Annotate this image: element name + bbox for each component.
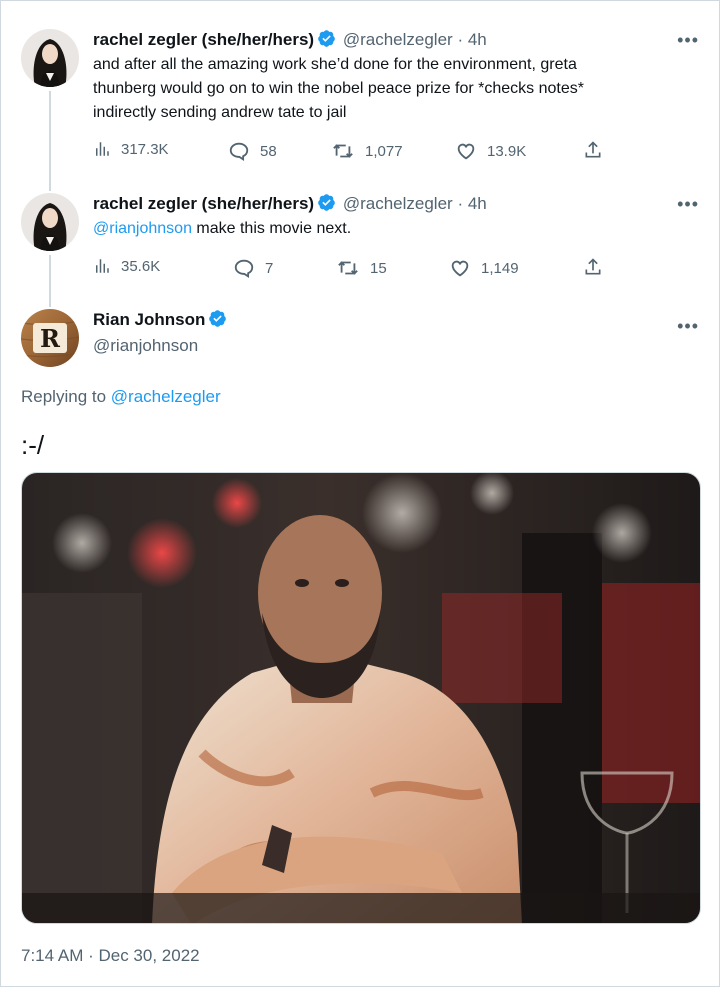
tweet-time[interactable]: 4h (468, 194, 487, 213)
reply-button[interactable]: 7 (233, 257, 273, 279)
replying-to: Replying to @rachelzegler (21, 386, 221, 408)
tweet-2-text: @rianjohnson make this movie next. (93, 217, 673, 241)
views-count: 35.6K (121, 257, 161, 275)
thread-connector (49, 91, 51, 191)
reply-button[interactable]: 58 (228, 140, 277, 162)
author-name[interactable]: Rian Johnson (93, 309, 229, 334)
separator-dot: · (457, 30, 464, 49)
tweet-2-actions: 35.6K 7 15 1,149 (93, 257, 613, 281)
rachel-avatar[interactable] (21, 193, 79, 251)
more-icon[interactable]: ••• (677, 31, 699, 49)
rachel-avatar[interactable] (21, 29, 79, 87)
main-tweet-text: :-/ (21, 430, 45, 460)
verified-badge-icon (208, 309, 227, 334)
like-icon (457, 143, 475, 160)
share-icon (585, 258, 601, 275)
tweet-time[interactable]: 4h (468, 30, 487, 49)
tweet-1-header: rachel zegler (she/her/hers) @rachelzegl… (93, 29, 487, 54)
text-line: thunberg would go on to win the nobel pe… (93, 80, 584, 97)
like-button[interactable]: 1,149 (449, 257, 519, 279)
views-button[interactable]: 317.3K (93, 140, 169, 158)
views-button[interactable]: 35.6K (93, 257, 160, 275)
rian-avatar[interactable]: R (21, 309, 79, 367)
text-line: indirectly sending andrew tate to jail (93, 104, 347, 121)
separator-dot: · (457, 194, 464, 213)
share-icon (585, 141, 601, 158)
tweet-1-text: and after all the amazing work she’d don… (93, 53, 673, 125)
author-handle[interactable]: @rachelzegler (343, 194, 453, 213)
verified-badge-icon (317, 193, 336, 218)
like-button[interactable]: 13.9K (455, 140, 526, 162)
like-icon (451, 260, 469, 277)
tweet-1-actions: 317.3K 58 1,077 13.9K (93, 140, 613, 164)
tweet-2-header: rachel zegler (she/her/hers) @rachelzegl… (93, 193, 487, 218)
verified-badge-icon (317, 29, 336, 54)
text-line: and after all the amazing work she’d don… (93, 56, 577, 73)
author-handle[interactable]: @rachelzegler (343, 30, 453, 49)
author-name[interactable]: rachel zegler (she/her/hers) (93, 30, 314, 49)
retweet-button[interactable]: 15 (336, 257, 387, 279)
retweet-count: 15 (370, 259, 387, 277)
reply-count: 58 (260, 142, 277, 160)
reply-icon (229, 142, 249, 162)
text-fragment: make this movie next. (191, 220, 352, 237)
reply-icon (234, 259, 254, 279)
views-count: 317.3K (121, 140, 169, 158)
views-icon (96, 259, 109, 273)
retweet-button[interactable]: 1,077 (331, 140, 403, 162)
reply-count: 7 (265, 259, 274, 277)
replying-prefix: Replying to (21, 387, 111, 406)
retweet-icon (338, 261, 358, 275)
share-button[interactable] (583, 140, 613, 160)
like-count: 13.9K (487, 142, 527, 160)
views-icon (96, 142, 109, 156)
more-icon[interactable]: ••• (677, 195, 699, 213)
share-button[interactable] (583, 257, 613, 277)
tweet-timestamp[interactable]: 7:14 AM · Dec 30, 2022 (21, 945, 200, 967)
tweet-thread-frame: rachel zegler (she/her/hers) @rachelzegl… (0, 0, 720, 987)
replying-handle-link[interactable]: @rachelzegler (111, 387, 221, 406)
author-name-text[interactable]: Rian Johnson (93, 310, 205, 329)
like-count: 1,149 (481, 259, 519, 277)
more-icon[interactable]: ••• (677, 317, 699, 335)
avatar-letter: R (40, 324, 61, 353)
retweet-count: 1,077 (365, 142, 403, 160)
author-handle[interactable]: @rianjohnson (93, 335, 198, 357)
author-name[interactable]: rachel zegler (she/her/hers) (93, 194, 314, 213)
retweet-icon (333, 144, 353, 158)
thread-connector (49, 255, 51, 307)
tweet-media-photo[interactable] (21, 472, 701, 924)
mention-link[interactable]: @rianjohnson (93, 220, 192, 237)
